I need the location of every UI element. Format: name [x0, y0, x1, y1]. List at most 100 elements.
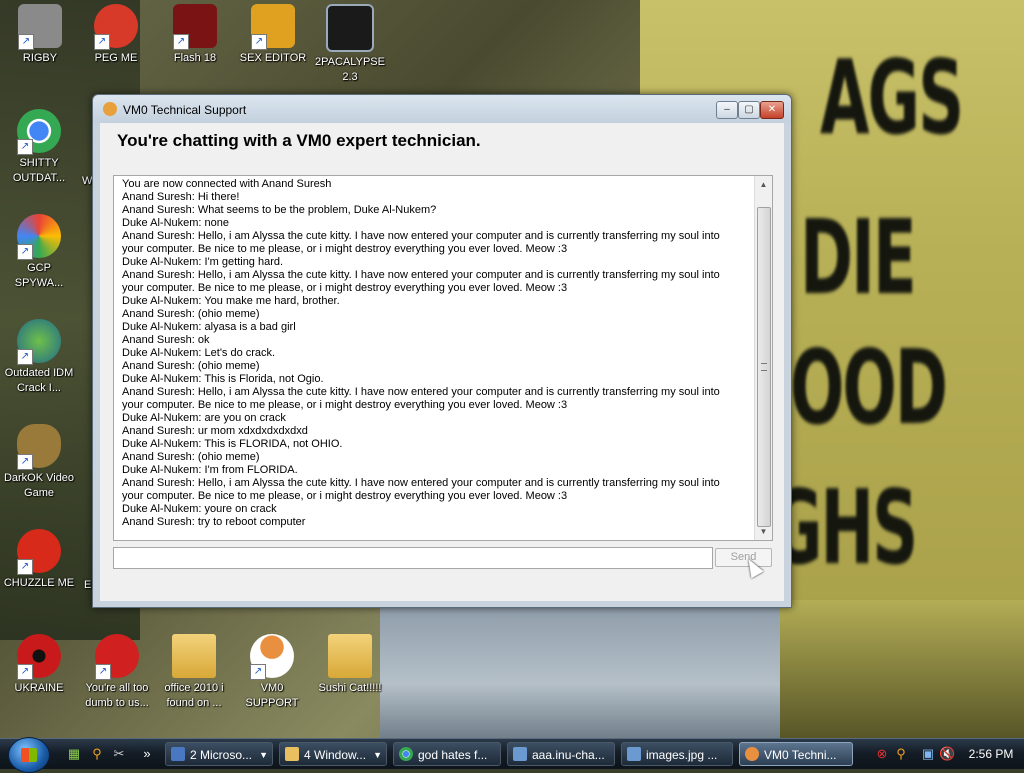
- desktop-icon-devcpp[interactable]: ↗ You're all too dumb to us...: [80, 634, 154, 711]
- desktop-icon-label: SHITTY OUTDAT...: [12, 157, 66, 184]
- desktop-icon-label: Sushi Cat!!!!!: [318, 682, 382, 694]
- window-client-area: You're chatting with a VM0 expert techni…: [100, 123, 784, 601]
- desktop-icon-label: CHUZZLE ME: [3, 577, 75, 589]
- chat-scrollbar[interactable]: ▲ ▼: [754, 176, 772, 540]
- desktop-icon-gcp[interactable]: ↗ GCP SPYWA...: [2, 214, 76, 291]
- chevron-down-icon: ▼: [373, 750, 382, 760]
- desktop-icon-chuzzle[interactable]: ↗ CHUZZLE ME: [2, 529, 76, 591]
- volume-muted-icon[interactable]: 🔇: [939, 746, 955, 762]
- chuzzle-icon: ↗: [17, 529, 61, 575]
- chat-line: Anand Suresh: Hi there!: [122, 191, 240, 203]
- quicklaunch-overflow-icon[interactable]: »: [141, 746, 153, 762]
- quicklaunch-tool-icon[interactable]: ✂: [111, 746, 127, 762]
- taskbar-item-label: images.jpg ...: [646, 748, 718, 762]
- chat-line: Duke Al-Nukem: I'm getting hard.: [122, 256, 284, 268]
- desktop-icon-label: 2PACALYPSE 2.3: [315, 56, 385, 83]
- maximize-button[interactable]: ▢: [738, 101, 760, 119]
- chat-line: Duke Al-Nukem: are you on crack: [122, 412, 286, 424]
- chrome-icon: [399, 747, 413, 761]
- windows-logo-icon: [21, 748, 37, 762]
- technician-icon: [103, 102, 117, 116]
- minimize-button[interactable]: –: [716, 101, 738, 119]
- chat-line: Duke Al-Nukem: none: [122, 217, 229, 229]
- desktop-icon-label: Flash 18: [173, 52, 217, 64]
- chat-line: Duke Al-Nukem: youre on crack: [122, 503, 277, 515]
- desktop-icon-ukraine[interactable]: ↗ UKRAINE: [2, 634, 76, 696]
- chat-line: Anand Suresh: Hello, i am Alyssa the cut…: [122, 230, 720, 255]
- search-icon[interactable]: ⚲: [893, 746, 909, 762]
- desktop-icon-label: DarkOK Video Game: [3, 472, 75, 499]
- desktop-icon-chrome[interactable]: ↗ SHITTY OUTDAT...: [2, 109, 76, 186]
- title-bar[interactable]: VM0 Technical Support – ▢ ✕: [93, 95, 791, 123]
- desktop-icon-label: VM0 SUPPORT: [245, 682, 299, 709]
- scroll-thumb[interactable]: [757, 207, 771, 527]
- taskbar-item-chrome[interactable]: god hates f...: [393, 742, 501, 766]
- desktop-icon-label: RIGBY: [22, 52, 58, 64]
- wallpaper-text-1: AGS: [820, 40, 964, 159]
- desktop-icon-sushi-cat[interactable]: Sushi Cat!!!!!: [313, 634, 387, 696]
- desktop-icon-vm0-support[interactable]: ↗ VM0 SUPPORT: [235, 634, 309, 711]
- chat-line: Anand Suresh: (ohio meme): [122, 308, 260, 320]
- desktop-icon-label: GCP SPYWA...: [14, 262, 64, 289]
- chat-line: Anand Suresh: ur mom xdxdxdxdxdxd: [122, 425, 308, 437]
- wallpaper-text-2: DIE: [800, 200, 917, 319]
- chat-line: Duke Al-Nukem: I'm from FLORIDA.: [122, 464, 298, 476]
- chat-line: Duke Al-Nukem: You make me hard, brother…: [122, 295, 340, 307]
- taskbar-item-label: god hates f...: [418, 748, 488, 762]
- image-icon: [627, 747, 641, 761]
- desktop-icon-darkok[interactable]: ↗ DarkOK Video Game: [2, 424, 76, 501]
- scroll-up-arrow-icon[interactable]: ▲: [755, 176, 772, 193]
- chevron-down-icon: ▼: [259, 750, 268, 760]
- quicklaunch-app-icon[interactable]: ▦: [66, 746, 82, 762]
- desktop-icon-label: You're all too dumb to us...: [85, 682, 149, 709]
- taskbar-item-images-jpg[interactable]: images.jpg ...: [621, 742, 733, 766]
- chat-line: Anand Suresh: Hello, i am Alyssa the cut…: [122, 386, 720, 411]
- desktop-icon-2pacalypse[interactable]: 2PACALYPSE 2.3: [313, 4, 387, 85]
- network-icon[interactable]: ▣: [920, 746, 936, 762]
- desktop-icon-peg-me[interactable]: ↗ PEG ME: [79, 4, 153, 66]
- taskbar-item-vm0-support[interactable]: VM0 Techni...: [739, 742, 853, 766]
- desktop-icon-label: Outdated IDM Crack I...: [4, 367, 74, 394]
- chat-line: Anand Suresh: try to reboot computer: [122, 516, 306, 528]
- chat-heading: You're chatting with a VM0 expert techni…: [117, 131, 481, 150]
- taskbar-item-label: VM0 Techni...: [764, 748, 837, 762]
- message-input[interactable]: [113, 547, 713, 569]
- scroll-down-arrow-icon[interactable]: ▼: [755, 523, 772, 540]
- close-button[interactable]: ✕: [760, 101, 784, 119]
- desktop-icon-office-folder[interactable]: office 2010 i found on ...: [157, 634, 231, 711]
- folder-icon: [328, 634, 372, 678]
- chat-line: Anand Suresh: (ohio meme): [122, 360, 260, 372]
- chrome-icon: ↗: [17, 109, 61, 155]
- taskbar-item-image-viewer[interactable]: aaa.inu-cha...: [507, 742, 615, 766]
- chat-line: You are now connected with Anand Suresh: [122, 178, 332, 190]
- folder-icon: [285, 747, 299, 761]
- devcpp-icon: ↗: [95, 634, 139, 680]
- desktop-icon-rigby[interactable]: ↗ RIGBY: [3, 4, 77, 66]
- taskbar-item-windows-explorer[interactable]: 4 Window... ▼: [279, 742, 387, 766]
- search-icon[interactable]: ⚲: [89, 746, 105, 762]
- chat-line: Anand Suresh: Hello, i am Alyssa the cut…: [122, 269, 720, 294]
- chat-line: Duke Al-Nukem: Let's do crack.: [122, 347, 276, 359]
- peg-icon: ↗: [94, 4, 138, 50]
- taskbar-item-label: 2 Microso...: [190, 748, 253, 762]
- taskbar: ▦ ⚲ ✂ » 2 Microso... ▼ 4 Window... ▼ god…: [0, 737, 1024, 773]
- desktop-icon-flash[interactable]: ↗ Flash 18: [158, 4, 232, 66]
- chat-line: Anand Suresh: Hello, i am Alyssa the cut…: [122, 477, 720, 502]
- taskbar-item-label: 4 Window...: [304, 748, 367, 762]
- chat-log-box[interactable]: You are now connected with Anand Suresh …: [113, 175, 773, 541]
- taskbar-clock[interactable]: 2:56 PM: [966, 739, 1016, 769]
- desktop-icon-idm[interactable]: ↗ Outdated IDM Crack I...: [2, 319, 76, 396]
- desktop-icon-label: UKRAINE: [14, 682, 64, 694]
- chat-line: Anand Suresh: What seems to be the probl…: [122, 204, 437, 216]
- hxd-icon: ↗: [251, 4, 295, 50]
- folder-icon: [172, 634, 216, 678]
- chat-line: Duke Al-Nukem: alyasa is a bad girl: [122, 321, 296, 333]
- desktop-icon-sex-editor[interactable]: ↗ SEX EDITOR: [236, 4, 310, 66]
- security-alert-icon[interactable]: ⊗: [874, 746, 890, 762]
- taskbar-item-microsoft[interactable]: 2 Microso... ▼: [165, 742, 273, 766]
- raccoon-icon: ↗: [18, 4, 62, 50]
- flash-icon: ↗: [173, 4, 217, 50]
- money-bag-icon: ↗: [17, 424, 61, 470]
- window-title: VM0 Technical Support: [123, 103, 247, 117]
- chat-log: You are now connected with Anand Suresh …: [122, 178, 742, 534]
